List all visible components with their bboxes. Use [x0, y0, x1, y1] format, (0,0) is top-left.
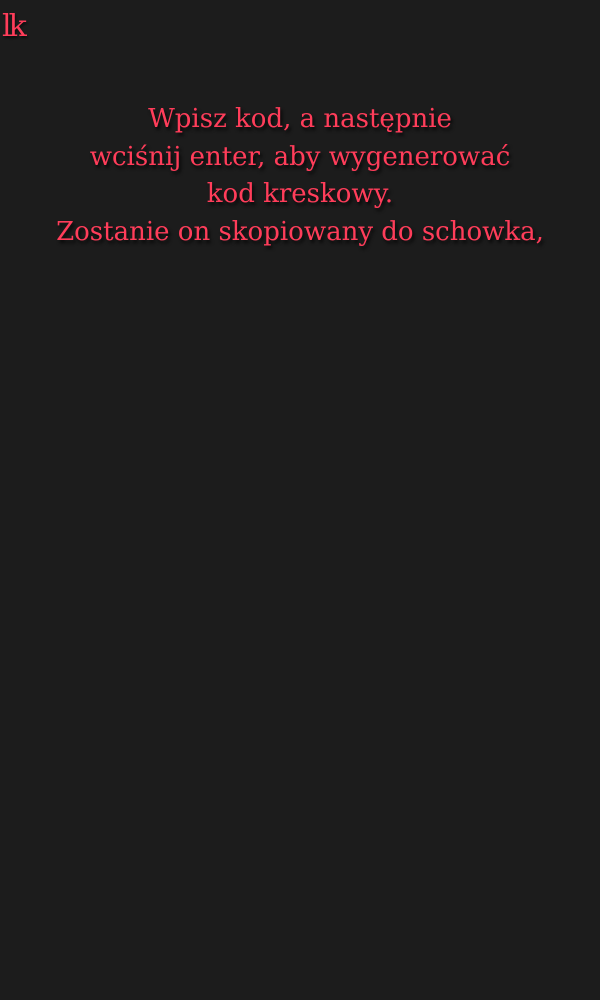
- instruction-line-4: Zostanie on skopiowany do schowka,: [56, 216, 544, 247]
- instruction-line-3: kod kreskowy.: [206, 179, 394, 209]
- app-logo: lk: [2, 8, 27, 44]
- instruction-line-1: Wpisz kod, a następnie: [148, 104, 452, 134]
- instruction-line-2: wciśnij enter, aby wygenerować: [89, 141, 511, 172]
- instructions-text: Wpisz kod, a następnie wciśnij enter, ab…: [0, 101, 600, 251]
- logo-text: lk: [2, 8, 27, 44]
